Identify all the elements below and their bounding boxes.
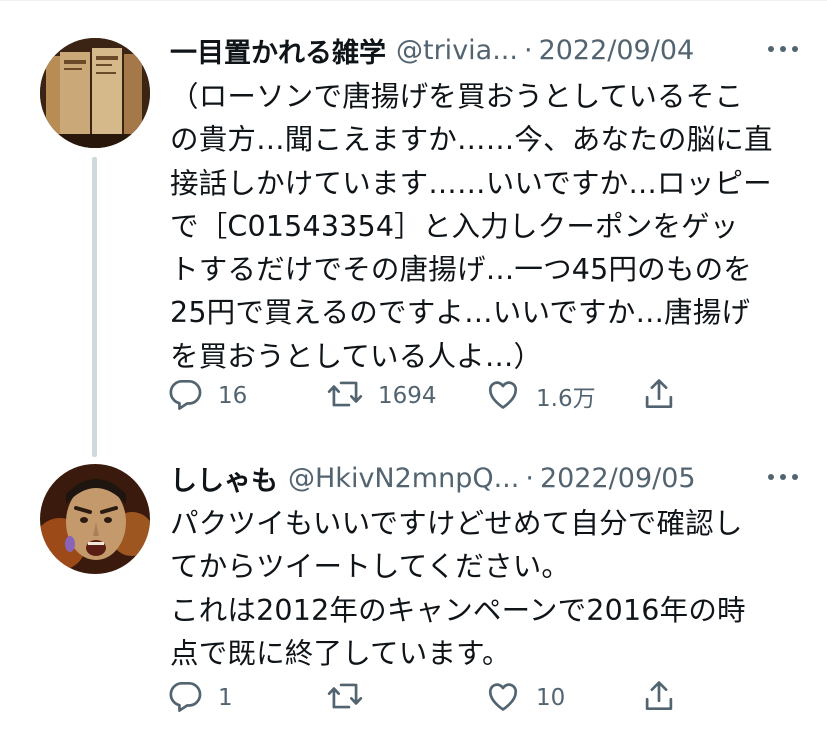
like-count: 10 bbox=[536, 685, 566, 711]
retweet-button[interactable] bbox=[326, 676, 378, 720]
avatar[interactable] bbox=[40, 464, 150, 574]
handle[interactable]: @trivia... bbox=[396, 35, 518, 66]
like-icon bbox=[484, 677, 522, 719]
tweet-text: （ローソンで唐揚げを買おうとしているそこ の貴方…聞こえますか……今、あなたの脳… bbox=[170, 80, 773, 373]
handle[interactable]: @HkivN2mnpQ... bbox=[288, 463, 519, 494]
tweet-actions: 1 10 bbox=[160, 676, 700, 720]
reply-count: 1 bbox=[218, 685, 233, 711]
character-face-avatar-image bbox=[40, 464, 150, 574]
like-icon bbox=[484, 375, 522, 417]
tweet-header: ししゃも @HkivN2mnpQ... · 2022/09/05 bbox=[170, 458, 807, 498]
tweet-date[interactable]: 2022/09/04 bbox=[539, 35, 695, 66]
like-button[interactable]: 1.6万 bbox=[484, 374, 596, 418]
share-icon bbox=[640, 375, 678, 417]
display-name[interactable]: ししゃも bbox=[170, 459, 278, 498]
reply-icon bbox=[166, 375, 204, 417]
like-button[interactable]: 10 bbox=[484, 676, 565, 720]
share-button[interactable] bbox=[640, 374, 678, 418]
thread-line bbox=[92, 157, 97, 457]
more-icon[interactable] bbox=[747, 34, 807, 64]
tweet-actions: 16 1694 1.6万 bbox=[160, 374, 700, 418]
retweet-button[interactable]: 1694 bbox=[326, 374, 437, 418]
share-button[interactable] bbox=[640, 676, 678, 720]
retweet-count: 1694 bbox=[378, 383, 437, 409]
reply-count: 16 bbox=[218, 383, 248, 409]
retweet-icon bbox=[326, 677, 364, 719]
reply-button[interactable]: 1 bbox=[166, 676, 233, 720]
bookshelf-avatar-image bbox=[40, 38, 150, 148]
like-count: 1.6万 bbox=[536, 386, 596, 412]
tweet[interactable]: ししゃも @HkivN2mnpQ... · 2022/09/05 パクツイもいい… bbox=[0, 440, 827, 752]
tweet-date[interactable]: 2022/09/05 bbox=[540, 463, 696, 494]
separator: · bbox=[523, 34, 533, 66]
separator: · bbox=[525, 462, 534, 494]
tweet[interactable]: 一目置かれる雑学 @trivia... · 2022/09/04 （ローソンで唐… bbox=[0, 0, 827, 457]
more-icon[interactable] bbox=[747, 462, 807, 492]
retweet-icon bbox=[326, 375, 364, 417]
tweet-header: 一目置かれる雑学 @trivia... · 2022/09/04 bbox=[170, 30, 807, 70]
share-icon bbox=[640, 677, 678, 719]
display-name[interactable]: 一目置かれる雑学 bbox=[170, 31, 386, 70]
reply-icon bbox=[166, 677, 204, 719]
avatar[interactable] bbox=[40, 38, 150, 148]
tweet-text: パクツイもいいですけどせめて自分で確認し てからツイートしてください。 これは2… bbox=[170, 507, 746, 670]
reply-button[interactable]: 16 bbox=[166, 374, 247, 418]
